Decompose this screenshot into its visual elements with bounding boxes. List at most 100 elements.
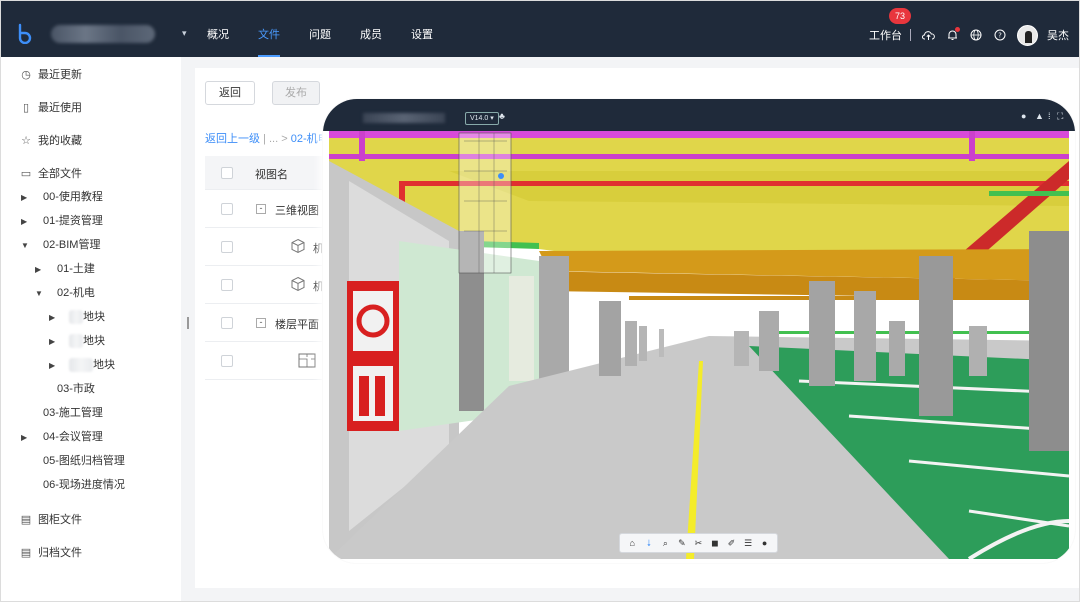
zoom-icon[interactable]: ⌕: [659, 538, 671, 549]
workbench-label: 工作台: [869, 30, 902, 42]
tree-item-plot-1[interactable]: 地块: [69, 307, 105, 327]
measure-icon[interactable]: ✎: [676, 538, 688, 549]
caret-down-icon[interactable]: ▼: [21, 241, 29, 250]
back-button[interactable]: 返回: [205, 81, 255, 105]
tree-item-00[interactable]: 00-使用教程: [43, 187, 103, 207]
sidebar-resize-handle[interactable]: [187, 317, 189, 329]
fullscreen-icon[interactable]: ⛶: [1057, 111, 1063, 122]
menu-icon[interactable]: ⁞: [1048, 111, 1051, 121]
breadcrumb-back-up[interactable]: 返回上一级: [205, 133, 260, 145]
caret-right-icon[interactable]: ▶: [21, 193, 27, 202]
tree-item-label: 地块: [93, 359, 115, 371]
caret-right-icon[interactable]: ▶: [35, 265, 41, 274]
sidebar-item-recent-used[interactable]: ▯ 最近使用: [19, 98, 82, 118]
sidebar-item-drawing-files[interactable]: ▤ 图柜文件: [19, 510, 82, 530]
breadcrumb-separator: |: [263, 133, 266, 145]
caret-right-icon[interactable]: ▶: [21, 217, 27, 226]
nav-issues[interactable]: 问题: [309, 1, 331, 57]
svg-text:?: ?: [998, 32, 1002, 40]
row-name: 三维视图 (: [275, 205, 326, 217]
home-icon[interactable]: ⌂: [626, 538, 638, 548]
caret-right-icon[interactable]: ▶: [49, 313, 55, 322]
sidebar: ◷ 最近更新 ▯ 最近使用 ☆ 我的收藏 ▭ 全部文件 ▶ 00-使用教程 ▶ 01-提…: [1, 57, 181, 601]
document-icon: ▯: [22, 102, 30, 114]
chevron-down-icon[interactable]: ▾: [182, 28, 187, 39]
bell-icon[interactable]: [945, 27, 960, 42]
avatar[interactable]: [1017, 24, 1038, 46]
tree-item-02-01[interactable]: 01-土建: [57, 259, 95, 279]
tree-item-05[interactable]: 05-图纸归档管理: [43, 451, 125, 471]
topbar-right-tools: 工作台 73 ? 吴杰: [869, 1, 1069, 57]
tree-item-plot-3[interactable]: 地块: [69, 355, 115, 375]
column-header-view-name[interactable]: 视图名: [255, 166, 288, 182]
sidebar-item-label: 归档文件: [38, 547, 82, 559]
section-icon[interactable]: ✂: [692, 538, 704, 549]
tree-item-02[interactable]: 02-BIM管理: [43, 235, 100, 255]
caret-right-icon[interactable]: ▶: [21, 433, 27, 442]
row-checkbox[interactable]: [221, 279, 233, 291]
viewer-header-bar: V14.0 ▾ ♣ ● ▲ ⁞ ⛶: [323, 99, 1075, 131]
tree-item-01[interactable]: 01-提资管理: [43, 211, 103, 231]
sidebar-item-label: 我的收藏: [38, 135, 82, 147]
tree-item-03[interactable]: 03-施工管理: [43, 403, 103, 423]
tree-item-label: 地块: [83, 335, 105, 347]
sidebar-item-all-files[interactable]: ▭ 全部文件: [19, 164, 82, 184]
row-checkbox[interactable]: [221, 241, 233, 253]
caret-down-icon[interactable]: ▼: [35, 289, 43, 298]
version-dropdown[interactable]: V14.0 ▾: [465, 112, 499, 125]
divider: [910, 29, 911, 41]
tree-item-02-02[interactable]: 02-机电: [57, 283, 95, 303]
row-name: 楼层平面 (: [275, 319, 326, 331]
collapse-toggle-icon[interactable]: -: [256, 204, 266, 214]
nav-members[interactable]: 成员: [360, 1, 382, 57]
tree-item-02-03[interactable]: 03-市政: [57, 379, 95, 399]
cabinet-icon: ▤: [20, 514, 32, 526]
redacted-text: [69, 334, 83, 349]
nav-files[interactable]: 文件: [258, 1, 280, 57]
bim-3d-viewer[interactable]: V14.0 ▾ ♣ ● ▲ ⁞ ⛶ ⌂ ⭣ ⌕ ✎ ✂ ◼ ✐ ☰ ●: [323, 99, 1075, 563]
floor-plan-icon: [298, 353, 316, 371]
publish-button[interactable]: 发布: [272, 81, 320, 105]
sidebar-item-favorites[interactable]: ☆ 我的收藏: [19, 131, 82, 151]
sidebar-item-label: 最近使用: [38, 102, 82, 114]
star-icon: ☆: [21, 135, 31, 147]
tree-icon[interactable]: ♣: [499, 111, 505, 121]
clock-icon: ◷: [21, 69, 31, 81]
tree-item-06[interactable]: 06-现场进度情况: [43, 475, 125, 495]
info-icon[interactable]: ●: [759, 538, 771, 548]
walk-icon[interactable]: ⭣: [643, 538, 655, 549]
model-name-blurred: [363, 113, 445, 123]
caret-right-icon[interactable]: ▶: [49, 361, 55, 370]
upload-cloud-icon[interactable]: [921, 28, 935, 42]
tree-item-plot-2[interactable]: 地块: [69, 331, 105, 351]
3d-model-scene[interactable]: [329, 131, 1069, 559]
username[interactable]: 吴杰: [1047, 27, 1069, 43]
sidebar-item-archive-files[interactable]: ▤ 归档文件: [19, 543, 82, 563]
nav-overview[interactable]: 概况: [207, 1, 229, 57]
help-icon[interactable]: ?: [993, 28, 1007, 42]
redacted-text: [69, 358, 93, 373]
select-all-checkbox[interactable]: [221, 167, 233, 179]
row-checkbox[interactable]: [221, 355, 233, 367]
breadcrumb-ellipsis[interactable]: ...: [269, 133, 278, 145]
collapse-toggle-icon[interactable]: -: [256, 318, 266, 328]
cube-icon[interactable]: ◼: [709, 538, 721, 549]
redacted-text: [69, 310, 83, 325]
top-navigation-bar: ▾ 概况 文件 问题 成员 设置 工作台 73 ? 吴杰: [1, 1, 1079, 57]
workbench-link[interactable]: 工作台 73: [869, 8, 911, 43]
row-checkbox[interactable]: [221, 203, 233, 215]
row-checkbox[interactable]: [221, 317, 233, 329]
markup-icon[interactable]: ✐: [726, 538, 738, 549]
project-name-blurred[interactable]: [51, 25, 155, 43]
folder-icon: ▭: [20, 168, 32, 180]
tree-item-04[interactable]: 04-会议管理: [43, 427, 103, 447]
record-icon[interactable]: ●: [1021, 111, 1026, 121]
sidebar-item-label: 图柜文件: [38, 514, 82, 526]
warning-icon[interactable]: ▲: [1035, 111, 1044, 121]
caret-right-icon[interactable]: ▶: [49, 337, 55, 346]
app-logo[interactable]: [15, 22, 37, 45]
nav-settings[interactable]: 设置: [411, 1, 433, 57]
globe-icon[interactable]: [969, 28, 983, 42]
sidebar-item-recent-updates[interactable]: ◷ 最近更新: [19, 65, 82, 85]
list-icon[interactable]: ☰: [742, 538, 754, 549]
